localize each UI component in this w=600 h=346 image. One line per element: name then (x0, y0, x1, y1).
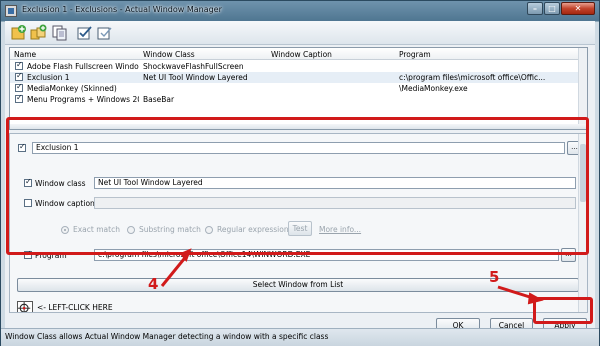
minimize-button[interactable]: – (527, 2, 543, 15)
column-header-name[interactable]: Name (14, 50, 36, 59)
uncheck-all-button[interactable] (96, 24, 113, 41)
list-item-selected[interactable]: Exclusion 1 Net UI Tool Window Layered c… (10, 71, 587, 83)
left-click-here-hint: <- LEFT-CLICK HERE (37, 303, 113, 312)
annotation-step-5: 5 (489, 268, 500, 286)
add-multiple-button[interactable] (30, 24, 47, 41)
window-title: Exclusion 1 - Exclusions - Actual Window… (22, 5, 222, 14)
window-controls: – □ ✕ (527, 2, 595, 15)
title-bar: Exclusion 1 - Exclusions - Actual Window… (1, 1, 599, 21)
row-checkbox[interactable] (15, 93, 23, 103)
list-header: Name Window Class Window Caption Program (10, 48, 587, 60)
add-multiple-icon (30, 24, 47, 40)
app-icon (5, 5, 17, 17)
row-checkbox[interactable] (15, 82, 23, 92)
maximize-button[interactable]: □ (544, 2, 560, 15)
close-button[interactable]: ✕ (561, 2, 595, 15)
add-exclusion-button[interactable] (10, 24, 27, 41)
check-all-button[interactable] (76, 24, 93, 41)
toolbar (5, 21, 595, 45)
uncheck-all-icon (97, 27, 112, 40)
column-header-window-caption[interactable]: Window Caption (271, 50, 332, 59)
highlight-exclusion-settings (6, 117, 589, 255)
row-program: \MediaMonkey.exe (399, 84, 468, 93)
highlight-apply-button (533, 297, 593, 324)
status-bar: Window Class allows Actual Window Manage… (1, 328, 599, 346)
annotation-step-4: 4 (148, 275, 159, 293)
list-item[interactable]: Menu Programs + Windows 2000 ... BaseBar (10, 93, 587, 105)
row-class: BaseBar (143, 95, 175, 104)
row-name: Adobe Flash Fullscreen Window (27, 62, 139, 71)
row-name: Menu Programs + Windows 2000 ... (27, 95, 139, 104)
add-exclusion-icon (11, 25, 26, 40)
window-finder-tool[interactable] (17, 301, 33, 312)
list-item[interactable]: Adobe Flash Fullscreen Window ShockwaveF… (10, 60, 587, 72)
row-program: c:\program files\microsoft office\Offic.… (399, 73, 546, 82)
row-class: Net UI Tool Window Layered (143, 73, 248, 82)
copy-button[interactable] (51, 24, 68, 41)
column-header-window-class[interactable]: Window Class (143, 50, 195, 59)
column-header-program[interactable]: Program (399, 50, 431, 59)
check-all-icon (77, 26, 92, 40)
row-checkbox[interactable] (15, 60, 23, 70)
list-item[interactable]: MediaMonkey (Skinned) \MediaMonkey.exe (10, 82, 587, 94)
row-checkbox[interactable] (15, 71, 23, 81)
row-class: ShockwaveFlashFullScreen (143, 62, 244, 71)
crosshair-icon (18, 302, 31, 312)
row-name: MediaMonkey (Skinned) (27, 84, 117, 93)
copy-icon (52, 25, 67, 41)
row-name: Exclusion 1 (27, 73, 70, 82)
